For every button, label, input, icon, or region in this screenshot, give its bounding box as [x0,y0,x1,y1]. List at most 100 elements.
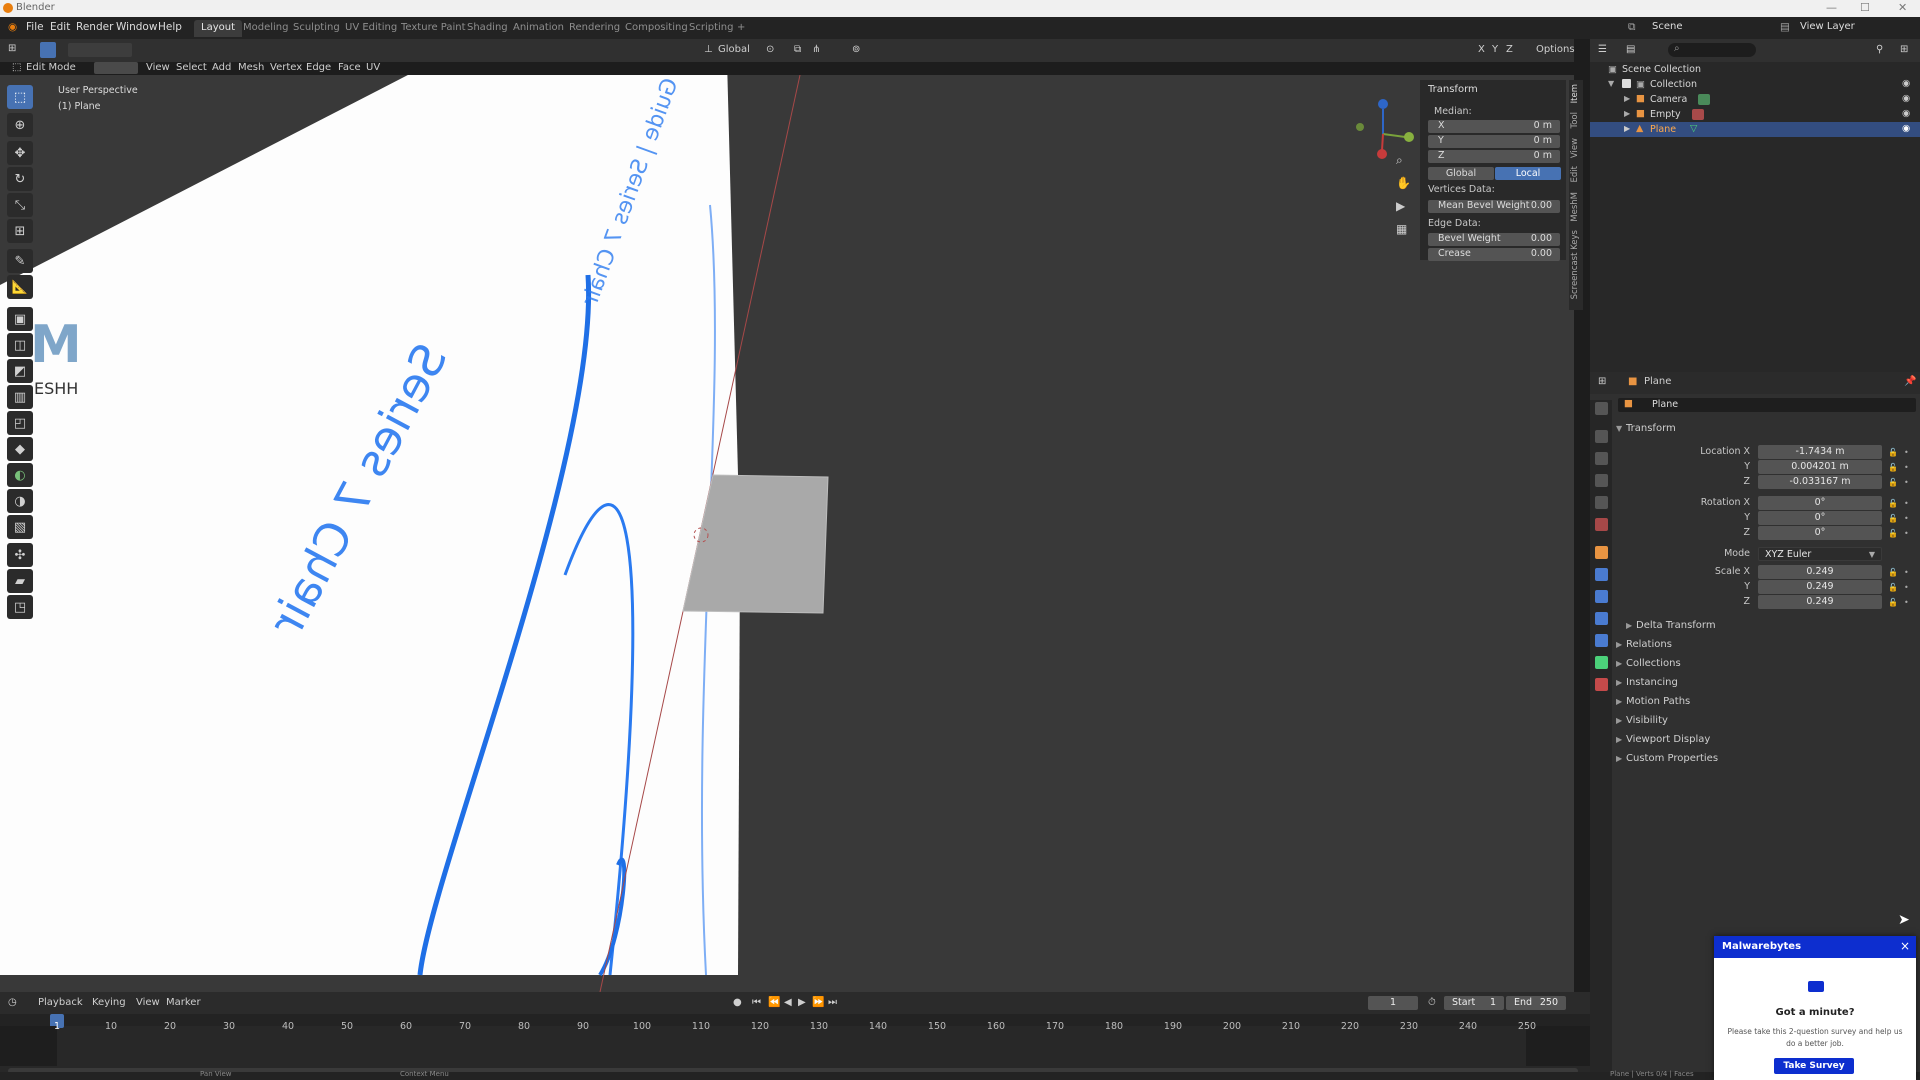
median-z-field[interactable]: Z0 m [1428,150,1560,163]
shrink-fatten-icon[interactable]: ✣ [7,543,33,567]
instancing-panel[interactable]: ▶ Instancing [1616,677,1678,688]
sidebar-tab-tool[interactable]: Tool [1570,112,1580,129]
prev-keyframe-icon[interactable]: ⏪ [768,997,780,1008]
expand-arrow-icon[interactable]: ▼ [1608,79,1614,88]
menu-keying[interactable]: Keying [92,997,126,1008]
sidebar-tab-item[interactable]: Item [1570,84,1580,103]
menu-mesh[interactable]: Mesh [238,62,264,73]
view-layer-tab-icon[interactable] [1595,474,1608,487]
3d-viewport[interactable]: Series 7 Chair Guide | Series 7 Chair M … [0,75,1574,992]
outliner-search-input[interactable]: ⌕ [1668,43,1756,57]
local-toggle[interactable]: Local [1495,167,1561,180]
select-box-icon[interactable]: ⬚ [7,85,33,109]
knife-icon[interactable]: ◰ [7,411,33,435]
median-x-field[interactable]: X0 m [1428,120,1560,133]
keyframe-dot-icon[interactable]: • [1904,580,1909,595]
popup-close-icon[interactable]: × [1900,939,1910,953]
lock-icon[interactable]: 🔓 [1888,496,1898,511]
play-icon[interactable]: ▶ [798,997,806,1008]
vertex-edge-face-select[interactable] [94,62,138,74]
snap-icon[interactable]: ⧉ [794,44,801,55]
shear-icon[interactable]: ▰ [7,569,33,593]
smooth-icon[interactable]: ◑ [7,489,33,513]
scale-x-field[interactable]: 0.249 [1758,565,1882,579]
camera-data-icon[interactable] [1698,94,1710,105]
orientation-dropdown[interactable]: Global [718,44,750,55]
transform-panel-header[interactable]: ▼ Transform [1616,423,1676,434]
relations-panel[interactable]: ▶ Relations [1616,639,1672,650]
outliner-row-plane[interactable]: ▶ ▲ Plane ▽ ◉ [1590,122,1920,137]
maximize-icon[interactable]: ☐ [1860,1,1870,14]
bevel-icon[interactable]: ◩ [7,359,33,383]
checkbox-icon[interactable] [1622,79,1631,88]
menu-uv[interactable]: UV [366,62,380,73]
start-frame-field[interactable]: Start 1 [1444,996,1504,1010]
select-mode-buttons[interactable] [68,43,132,57]
tab-layout[interactable]: Layout [194,20,242,37]
menu-view[interactable]: View [146,62,170,73]
minimize-icon[interactable]: — [1826,1,1837,14]
menu-timeline-view[interactable]: View [136,997,160,1008]
menu-vertex[interactable]: Vertex [270,62,302,73]
motion-paths-panel[interactable]: ▶ Motion Paths [1616,696,1690,707]
timeline-editor-icon[interactable]: ◷ [8,997,17,1008]
axis-y-toggle[interactable]: Y [1492,44,1498,55]
menu-window[interactable]: Window [116,21,157,33]
keyframe-dot-icon[interactable]: • [1904,496,1909,511]
perspective-toggle-icon[interactable]: ▦ [1396,222,1407,236]
rotate-icon[interactable]: ↻ [7,167,33,191]
spin-icon[interactable]: ◐ [7,463,33,487]
view-layer-name[interactable]: View Layer [1800,21,1855,32]
location-z-field[interactable]: -0.033167 m [1758,475,1882,489]
transform-icon[interactable]: ⊞ [7,219,33,243]
camera-view-icon[interactable]: ▶ [1396,199,1405,213]
edge-slide-icon[interactable]: ▧ [7,515,33,539]
cursor-icon[interactable]: ⊕ [7,113,33,137]
scale-icon[interactable]: ⤡ [7,193,33,217]
pin-icon[interactable]: 📌 [1904,376,1916,387]
expand-arrow-icon[interactable]: ▶ [1624,94,1630,103]
rotation-mode-dropdown[interactable]: XYZ Euler ▼ [1758,547,1882,561]
viewport-display-panel[interactable]: ▶ Viewport Display [1616,734,1710,745]
scale-z-field[interactable]: 0.249 [1758,595,1882,609]
extrude-icon[interactable]: ▣ [7,307,33,331]
lock-icon[interactable]: 🔓 [1888,526,1898,541]
median-y-field[interactable]: Y0 m [1428,135,1560,148]
options-dropdown[interactable]: Options [1536,44,1575,55]
expand-arrow-icon[interactable]: ▶ [1624,124,1630,133]
menu-edge[interactable]: Edge [306,62,331,73]
menu-marker[interactable]: Marker [166,997,201,1008]
eye-icon[interactable]: ◉ [1902,93,1910,104]
lock-icon[interactable]: 🔓 [1888,595,1898,610]
object-tab-icon[interactable] [1595,546,1608,559]
measure-icon[interactable]: 📐 [7,275,33,299]
record-icon[interactable]: ● [733,997,742,1008]
new-collection-icon[interactable]: ⊞ [1900,44,1908,55]
keyframe-dot-icon[interactable]: • [1904,526,1909,541]
editor-type-icon[interactable]: ⊞ [8,43,16,54]
scene-name[interactable]: Scene [1652,21,1683,32]
snap-target-icon[interactable]: ⋔ [812,44,820,55]
output-tab-icon[interactable] [1595,452,1608,465]
mesh-data-icon[interactable]: ▽ [1690,123,1697,134]
outliner-row-scene-collection[interactable]: ▣ Scene Collection [1590,62,1920,77]
render-tab-icon[interactable] [1595,430,1608,443]
lock-icon[interactable]: 🔓 [1888,475,1898,490]
loop-cut-icon[interactable]: ▥ [7,385,33,409]
sidebar-tab-screencast-keys[interactable]: Screencast Keys [1570,230,1580,299]
lock-icon[interactable]: 🔓 [1888,511,1898,526]
axis-z-toggle[interactable]: Z [1506,44,1513,55]
rotation-x-field[interactable]: 0° [1758,496,1882,510]
particles-tab-icon[interactable] [1595,590,1608,603]
world-tab-icon[interactable] [1595,518,1608,531]
current-frame-field[interactable]: 1 [1368,996,1418,1010]
keyframe-dot-icon[interactable]: • [1904,460,1909,475]
outliner-row-collection[interactable]: ▼ ▣ Collection ◉ [1590,77,1920,92]
expand-arrow-icon[interactable]: ▶ [1624,109,1630,118]
inset-icon[interactable]: ◫ [7,333,33,357]
jump-start-icon[interactable]: ⏮ [752,997,761,1008]
menu-edit[interactable]: Edit [50,21,70,33]
pan-hand-icon[interactable]: ✋ [1396,176,1411,190]
annotate-icon[interactable]: ✎ [7,249,33,273]
material-tab-icon[interactable] [1595,678,1608,691]
